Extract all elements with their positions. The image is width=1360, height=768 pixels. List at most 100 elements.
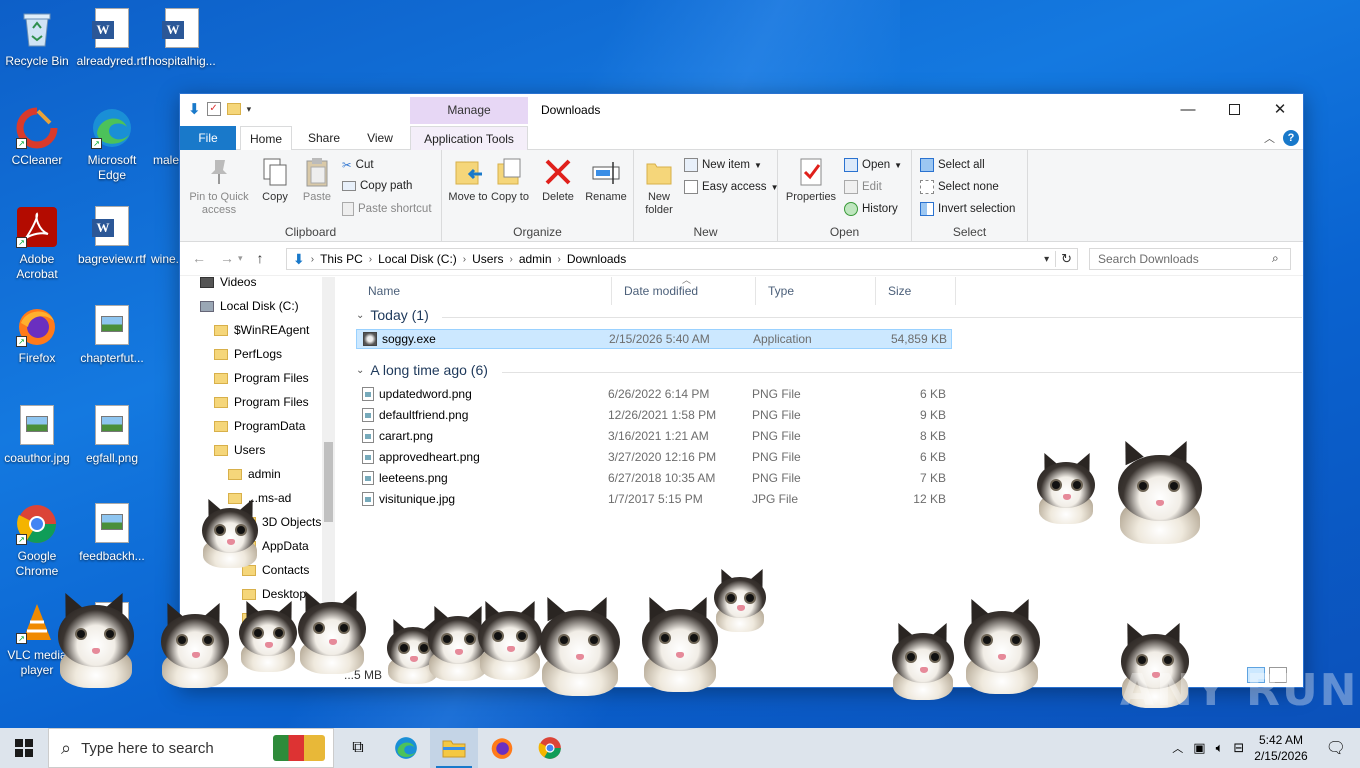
paste-button[interactable]: Paste	[298, 156, 336, 204]
minimize-button[interactable]: —	[1165, 94, 1211, 124]
file-row[interactable]: carart.png 3/16/2021 1:21 AM PNG File 8 KB	[356, 426, 952, 446]
volume-icon[interactable]: 🔈︎	[1216, 740, 1224, 756]
tab-application-tools[interactable]: Application Tools	[410, 126, 528, 150]
desktop-icon-ccleaner[interactable]: ↗ CCleaner	[0, 107, 74, 168]
group-header[interactable]: ⌄ Today (1)	[356, 307, 429, 323]
delete-button[interactable]: Delete	[538, 156, 578, 204]
refresh-icon[interactable]: ↻	[1055, 251, 1077, 267]
easy-access-button[interactable]: Easy access ▼	[684, 180, 778, 194]
nav-item[interactable]: Program Files	[214, 395, 309, 409]
group-header[interactable]: ⌄ A long time ago (6)	[356, 362, 488, 378]
file-row[interactable]: soggy.exe 2/15/2026 5:40 AM Application 54,…	[356, 329, 952, 349]
taskbar-chrome[interactable]	[526, 728, 574, 768]
desktop-icon-firefox[interactable]: ↗ Firefox	[0, 305, 74, 366]
new-folder-button[interactable]: New folder	[640, 156, 678, 217]
crumb-local-disk[interactable]: Local Disk (C:)	[372, 252, 463, 266]
nav-item[interactable]: Program Files	[214, 371, 309, 385]
nav-item-label: Program Files	[234, 395, 309, 409]
forward-arrow-icon[interactable]: →	[220, 250, 234, 266]
task-view-button[interactable]: ⧉	[334, 728, 382, 768]
desktop-icon-egfall[interactable]: egfall.png	[75, 405, 149, 466]
cut-button[interactable]: ✂ Cut	[342, 158, 374, 172]
copy-to-button[interactable]: Copy to	[490, 156, 530, 204]
crumb-admin[interactable]: admin	[513, 252, 558, 266]
desktop-icon-chrome[interactable]: ↗ Google Chrome	[0, 503, 74, 579]
select-all-button[interactable]: Select all	[920, 158, 985, 172]
meet-now-icon[interactable]: ▣	[1193, 740, 1205, 756]
tab-view[interactable]: View	[354, 126, 406, 150]
copy-button[interactable]: Copy	[256, 156, 294, 204]
search-input[interactable]: Search Downloads	[1089, 248, 1291, 270]
recent-dropdown-icon[interactable]: ▾	[238, 253, 243, 266]
nav-item[interactable]: ProgramData	[214, 419, 305, 433]
notifications-icon[interactable]: 🗨︎	[1326, 738, 1346, 758]
new-folder-icon[interactable]	[226, 103, 241, 115]
collapse-ribbon-icon[interactable]: ︿	[1264, 130, 1275, 146]
tab-home[interactable]: Home	[240, 126, 292, 151]
manage-tab[interactable]: Manage	[410, 97, 528, 124]
taskbar-firefox[interactable]	[478, 728, 526, 768]
nav-scrollbar-thumb[interactable]	[324, 442, 333, 522]
taskbar-file-explorer[interactable]	[430, 728, 478, 768]
nav-item[interactable]: Videos	[200, 277, 256, 289]
desktop-icon-hospitalhig[interactable]: W hospitalhig...	[145, 8, 219, 69]
move-to-button[interactable]: Move to	[448, 156, 488, 204]
desktop-icon-bagreview[interactable]: W bagreview.rtf	[75, 206, 149, 267]
tab-share[interactable]: Share	[298, 126, 350, 150]
tab-file[interactable]: File	[180, 126, 236, 150]
invert-selection-label: Invert selection	[938, 203, 1016, 215]
nav-item[interactable]: PerfLogs	[214, 347, 282, 361]
file-row[interactable]: approvedheart.png 3/27/2020 12:16 PM PNG F…	[356, 447, 952, 467]
properties-check-icon[interactable]: ✓	[206, 102, 221, 116]
invert-selection-button[interactable]: Invert selection	[920, 202, 1015, 216]
chevron-up-icon[interactable]: ︿	[1172, 740, 1183, 756]
address-dropdown-icon[interactable]: ▾	[1038, 254, 1055, 265]
start-button[interactable]	[0, 728, 48, 768]
customize-qat-icon[interactable]: ▾	[247, 104, 252, 115]
copy-path-button[interactable]: Copy path	[342, 180, 412, 192]
column-header-type[interactable]: Type	[756, 277, 876, 305]
select-none-button[interactable]: Select none	[920, 180, 999, 194]
file-row[interactable]: leeteens.png 6/27/2018 10:35 AM PNG File 7 …	[356, 468, 952, 488]
network-icon[interactable]: ⊟	[1233, 740, 1244, 756]
videos-icon	[200, 277, 214, 288]
nav-item[interactable]: $WinREAgent	[214, 323, 309, 337]
nav-item[interactable]: admin	[228, 467, 281, 481]
file-row[interactable]: visitunique.jpg 1/7/2017 5:15 PM JPG File 1…	[356, 489, 952, 509]
new-folder-label: New folder	[645, 191, 673, 216]
file-row[interactable]: updatedword.png 6/26/2022 6:14 PM PNG File…	[356, 384, 952, 404]
up-arrow-icon[interactable]: ↑	[257, 250, 264, 266]
desktop-icon-edge[interactable]: ↗ Microsoft Edge	[75, 107, 149, 183]
desktop-icon-coauthor[interactable]: coauthor.jpg	[0, 405, 74, 466]
edit-button[interactable]: Edit	[844, 180, 882, 194]
clock[interactable]: 5:42 AM 2/15/2026	[1254, 732, 1307, 764]
desktop-icon-chapterfut[interactable]: chapterfut...	[75, 305, 149, 366]
history-button[interactable]: History	[844, 202, 898, 216]
down-arrow-icon[interactable]: ⬇	[188, 100, 201, 118]
desktop-icon-alreadyred[interactable]: W alreadyred.rtf	[75, 8, 149, 69]
maximize-button[interactable]	[1211, 94, 1257, 124]
open-button[interactable]: Open ▼	[844, 158, 902, 172]
new-item-button[interactable]: New item ▼	[684, 158, 762, 172]
paste-shortcut-button[interactable]: Paste shortcut	[342, 202, 432, 216]
taskbar-edge[interactable]	[382, 728, 430, 768]
properties-button[interactable]: Properties	[782, 156, 840, 204]
column-header-name[interactable]: Name	[356, 277, 612, 305]
column-header-size[interactable]: Size	[876, 277, 956, 305]
help-icon[interactable]: ?	[1283, 130, 1299, 146]
rename-button[interactable]: Rename	[584, 156, 628, 204]
taskbar-search[interactable]: ⌕ Type here to search	[48, 728, 334, 768]
desktop-icon-acrobat[interactable]: ↗ Adobe Acrobat	[0, 206, 74, 282]
nav-item[interactable]: Local Disk (C:)	[200, 299, 299, 313]
crumb-users[interactable]: Users	[466, 252, 509, 266]
desktop-icon-recycle-bin[interactable]: Recycle Bin	[0, 8, 74, 69]
file-row[interactable]: defaultfriend.png 12/26/2021 1:58 PM PNG F…	[356, 405, 952, 425]
nav-item[interactable]: Users	[214, 443, 265, 457]
desktop-icon-feedback[interactable]: feedbackh...	[75, 503, 149, 564]
close-button[interactable]: ✕	[1257, 94, 1303, 124]
crumb-downloads[interactable]: Downloads	[561, 252, 632, 266]
breadcrumb[interactable]: ⬇ › This PC › Local Disk (C:) › Users › …	[286, 248, 1078, 270]
back-arrow-icon[interactable]: ←	[192, 250, 206, 266]
pin-quick-access-button[interactable]: Pin to Quick access	[186, 156, 252, 217]
crumb-this-pc[interactable]: This PC	[314, 252, 369, 266]
